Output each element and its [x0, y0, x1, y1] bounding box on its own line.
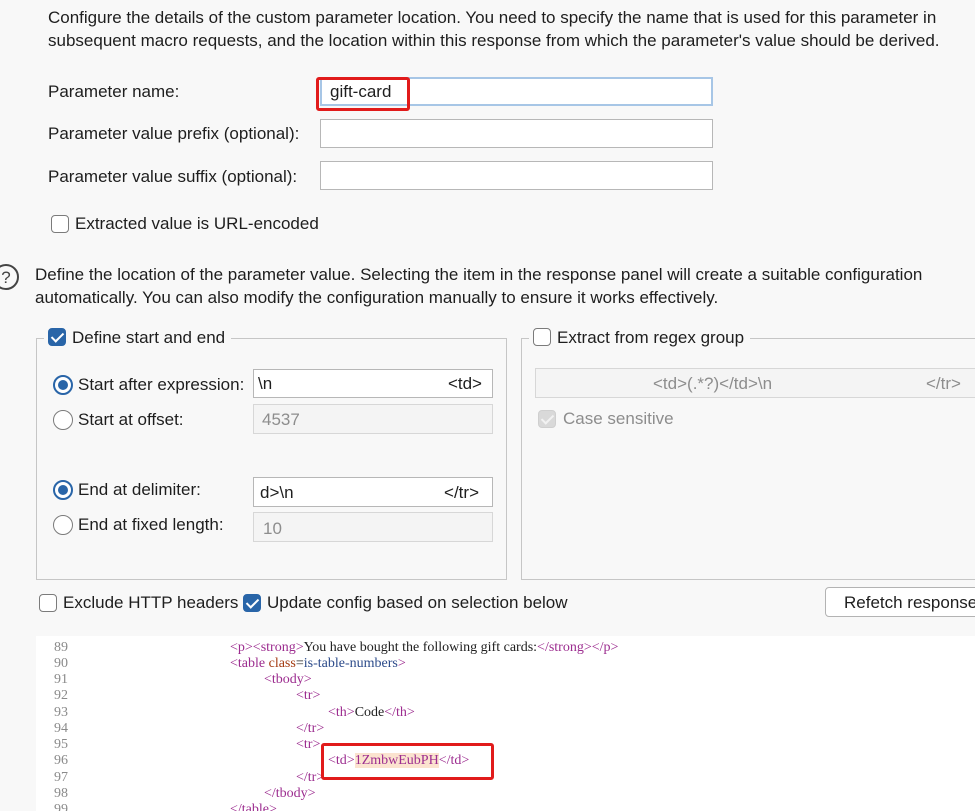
start-after-radio[interactable] — [53, 375, 73, 395]
start-end-label: Define start and end — [72, 328, 226, 347]
start-after-input[interactable]: \n <td> — [253, 369, 493, 398]
location-text: Define the location of the parameter val… — [35, 265, 923, 307]
url-encoded-checkbox[interactable] — [51, 215, 69, 233]
line-number: 99 — [54, 802, 68, 811]
end-fixed-radio[interactable] — [53, 515, 73, 535]
update-config-checkbox[interactable] — [243, 594, 261, 612]
prefix-label: Parameter value prefix (optional): — [48, 124, 300, 143]
highlight-box-selected-value — [321, 743, 494, 780]
line-number: 94 — [54, 721, 68, 736]
end-fixed-label: End at fixed length: — [78, 515, 224, 534]
question-circle-icon: ? — [0, 263, 20, 291]
prefix-input[interactable] — [320, 119, 713, 148]
code-line-98: </tbody> — [264, 786, 316, 801]
code-line-91: <tbody> — [264, 672, 312, 687]
url-encoded-label: Extracted value is URL-encoded — [75, 214, 319, 233]
update-config-label: Update config based on selection below — [267, 593, 568, 612]
line-number: 92 — [54, 688, 68, 703]
svg-text:?: ? — [1, 268, 10, 287]
response-code-panel[interactable]: 89 90 91 92 93 94 95 96 97 98 99 <p><str… — [36, 636, 975, 811]
regex-legend: Extract from regex group — [529, 328, 751, 348]
case-sensitive-label: Case sensitive — [563, 409, 674, 428]
end-fixed-input[interactable]: 10 — [253, 512, 493, 542]
start-offset-input[interactable]: 4537 — [253, 404, 493, 434]
start-end-legend: Define start and end — [44, 328, 232, 348]
end-delimiter-input[interactable]: d>\n </tr> — [253, 477, 493, 507]
code-line-92: <tr> — [296, 688, 321, 703]
code-line-89: <p><strong>You have bought the following… — [230, 640, 619, 655]
exclude-headers-checkbox[interactable] — [39, 594, 57, 612]
intro-text: Configure the details of the custom para… — [48, 8, 940, 50]
highlight-box-parameter-name — [316, 77, 410, 111]
start-after-label: Start after expression: — [78, 375, 245, 394]
line-number: 96 — [54, 753, 68, 768]
suffix-input[interactable] — [320, 161, 713, 190]
start-offset-radio[interactable] — [53, 410, 73, 430]
line-number: 98 — [54, 786, 68, 801]
start-end-checkbox[interactable] — [48, 328, 66, 346]
code-line-97: </tr> — [296, 770, 325, 785]
line-number: 90 — [54, 656, 68, 671]
code-line-90: <table class=is-table-numbers> — [230, 656, 406, 671]
end-delimiter-radio[interactable] — [53, 480, 73, 500]
code-line-99: </table> — [230, 802, 277, 811]
refetch-response-button[interactable]: Refetch response — [825, 587, 975, 617]
line-number: 89 — [54, 640, 68, 655]
line-number: 97 — [54, 770, 68, 785]
case-sensitive-checkbox[interactable] — [538, 410, 556, 428]
regex-input[interactable]: <td>(.*?)</td>\n </tr> — [535, 368, 975, 398]
end-delimiter-label: End at delimiter: — [78, 480, 201, 499]
code-line-94: </tr> — [296, 721, 325, 736]
start-offset-label: Start at offset: — [78, 410, 184, 429]
parameter-name-label: Parameter name: — [48, 82, 180, 101]
regex-label: Extract from regex group — [557, 328, 745, 347]
regex-checkbox[interactable] — [533, 328, 551, 346]
code-line-95: <tr> — [296, 737, 321, 752]
line-number: 95 — [54, 737, 68, 752]
suffix-label: Parameter value suffix (optional): — [48, 167, 298, 186]
code-line-93: <th>Code</th> — [328, 705, 415, 720]
line-number: 93 — [54, 705, 68, 720]
exclude-headers-label: Exclude HTTP headers — [63, 593, 239, 612]
line-number: 91 — [54, 672, 68, 687]
